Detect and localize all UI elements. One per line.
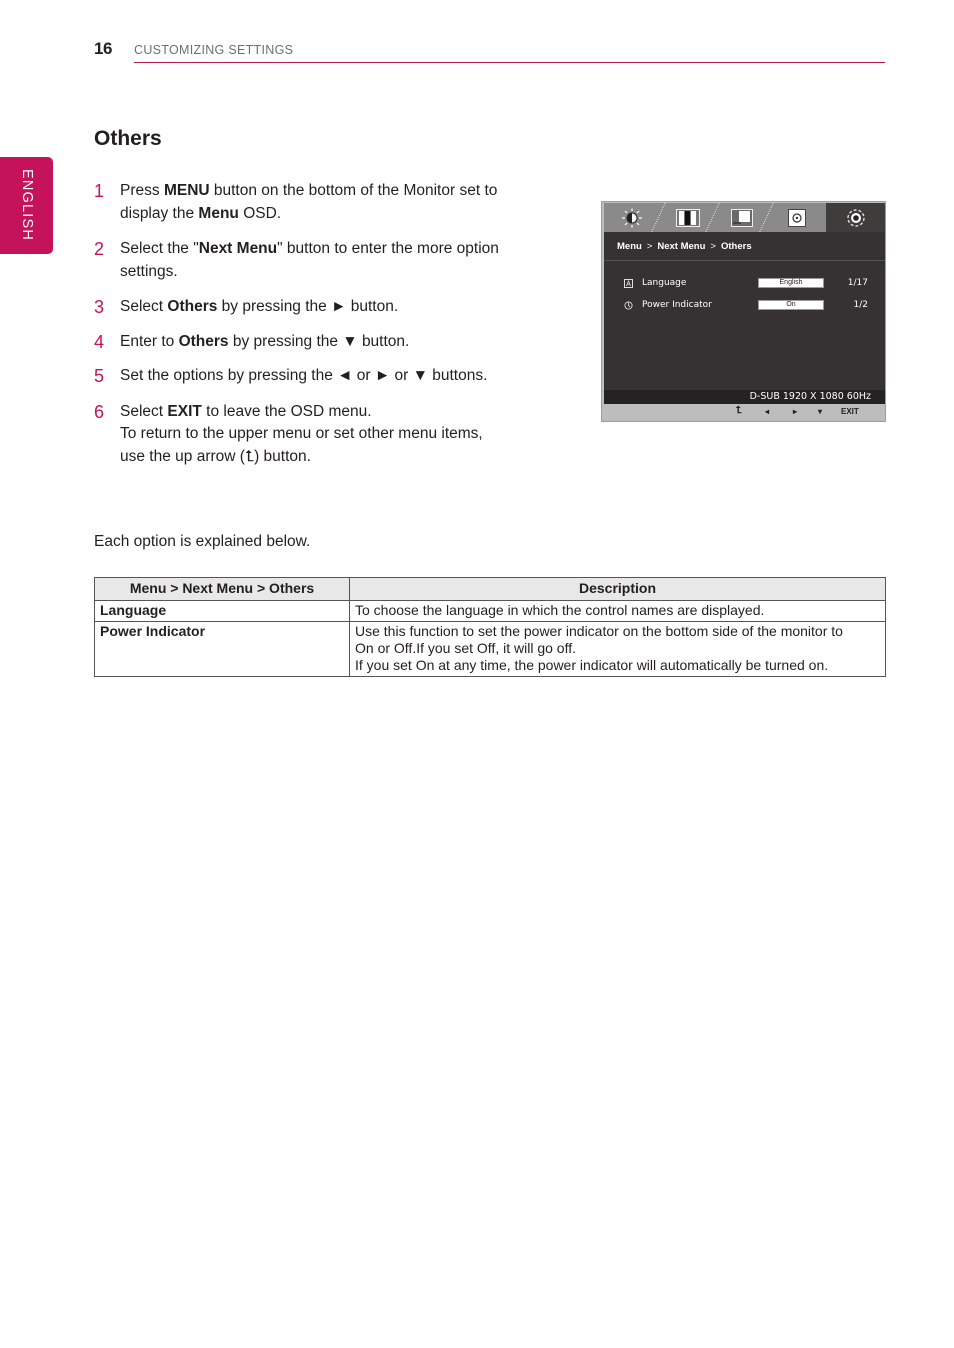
table-header-description: Description — [349, 577, 886, 601]
description-line: On or Off.If you set Off, it will go off… — [355, 640, 576, 656]
step-text: Set the options by pressing the ◄ or ► o… — [120, 367, 488, 384]
step-number: 5 — [94, 366, 105, 386]
osd-signal-info: D-SUB 1920 X 1080 60Hz — [749, 391, 871, 402]
page-number: 16 — [94, 39, 112, 58]
right-arrow-icon: ▸ — [793, 407, 798, 416]
osd-power-indicator-value: On — [758, 300, 824, 310]
step-item: 4 Enter to Others by pressing the ▼ butto… — [94, 331, 534, 354]
disc-icon — [788, 208, 806, 227]
osd-tab-disc — [770, 203, 824, 232]
step-note: To return to the upper menu or set other… — [120, 425, 483, 442]
steps-list: 1 Press MENU button on the bottom of the … — [94, 180, 514, 468]
table-row: Power Indicator Use this function to set… — [94, 621, 886, 677]
osd-body: Menu > Next Menu > Others Language English 1… — [604, 232, 885, 404]
osd-language-count: 1/17 — [847, 278, 868, 288]
description-line: Use this function to set the power indic… — [355, 623, 843, 639]
option-description: Use this function to set the power indic… — [349, 621, 886, 677]
step-number: 6 — [94, 401, 105, 422]
osd-divider — [604, 260, 885, 261]
language-icon — [624, 279, 633, 288]
osd-crumb-separator: > — [646, 241, 653, 252]
table-header-menu: Menu > Next Menu > Others — [94, 577, 350, 601]
step-note: use the up arrow (⮤) button. — [120, 447, 311, 465]
osd-power-indicator-count: 1/2 — [853, 300, 868, 310]
section-header: CUSTOMIZING SETTINGS — [134, 43, 294, 57]
picture-icon — [731, 208, 753, 227]
table-header-row: Menu > Next Menu > Others Description — [94, 577, 886, 601]
step-number: 3 — [94, 297, 105, 317]
option-name: Language — [94, 600, 350, 622]
step-number: 4 — [94, 331, 105, 352]
power-icon — [624, 301, 633, 310]
step-item: 6 Select EXIT to leave the OSD menu. To re… — [94, 401, 534, 469]
osd-tab-others — [826, 203, 885, 232]
step-item: 1 Press MENU button on the bottom of the … — [94, 180, 534, 225]
osd-button-bar: ⮤ ◂ ▸ ▾ EXIT — [604, 404, 885, 421]
option-description: To choose the language in which the cont… — [349, 600, 886, 622]
osd-crumb-others: Others — [720, 241, 752, 252]
osd-tab-brightness — [604, 203, 660, 232]
step-number: 1 — [94, 181, 105, 201]
explain-text: Each option is explained below. — [94, 533, 311, 550]
step-item: 2 Select the "Next Menu" button to enter … — [94, 238, 534, 283]
down-arrow-icon: ▾ — [818, 407, 823, 416]
up-arrow-icon: ⮤ — [736, 405, 742, 416]
step-item: 5 Set the options by pressing the ◄ or ► … — [94, 365, 534, 388]
step-text: Select Others by pressing the ► button. — [120, 298, 399, 315]
osd-power-indicator-label: Power Indicator — [642, 300, 712, 310]
osd-language-value: English — [758, 278, 824, 288]
osd-screenshot: Menu > Next Menu > Others Language English 1… — [601, 201, 886, 422]
osd-status-bar: D-SUB 1920 X 1080 60Hz — [604, 390, 885, 404]
description-line: If you set On at any time, the power ind… — [355, 657, 829, 673]
header-rule — [134, 62, 885, 63]
osd-exit-label: EXIT — [841, 407, 859, 416]
osd-crumb-menu: Menu — [617, 241, 642, 252]
step-text: Press MENU button on the bottom of the M… — [120, 182, 498, 222]
osd-breadcrumb: Menu > Next Menu > Others — [617, 241, 752, 252]
left-arrow-icon: ◂ — [765, 407, 770, 416]
step-item: 3 Select Others by pressing the ► button. — [94, 296, 534, 319]
options-table: Menu > Next Menu > Others Description La… — [94, 577, 886, 677]
section-title: Others — [94, 127, 162, 150]
step-text: Select the "Next Menu" button to enter t… — [120, 240, 499, 280]
osd-crumb-separator: > — [710, 241, 716, 252]
option-name: Power Indicator — [94, 621, 350, 677]
table-row: Language To choose the language in which… — [94, 600, 886, 622]
language-tab-label: ENGLISH — [19, 168, 35, 242]
osd-crumb-next-menu: Next Menu — [657, 241, 706, 252]
step-text: Select EXIT to leave the OSD menu. — [120, 402, 372, 420]
gear-icon — [846, 208, 865, 227]
color-bars-icon — [676, 208, 700, 227]
description-line: To choose the language in which the cont… — [355, 602, 765, 618]
osd-language-label: Language — [642, 278, 687, 288]
brightness-icon — [622, 208, 642, 227]
osd-row-language: Language English 1/17 — [624, 278, 874, 290]
osd-row-power-indicator: Power Indicator On 1/2 — [624, 300, 874, 312]
language-tab: ENGLISH — [0, 157, 53, 254]
step-text: Enter to Others by pressing the ▼ button… — [120, 332, 410, 350]
osd-tab-bar — [604, 203, 885, 232]
step-number: 2 — [94, 239, 105, 259]
